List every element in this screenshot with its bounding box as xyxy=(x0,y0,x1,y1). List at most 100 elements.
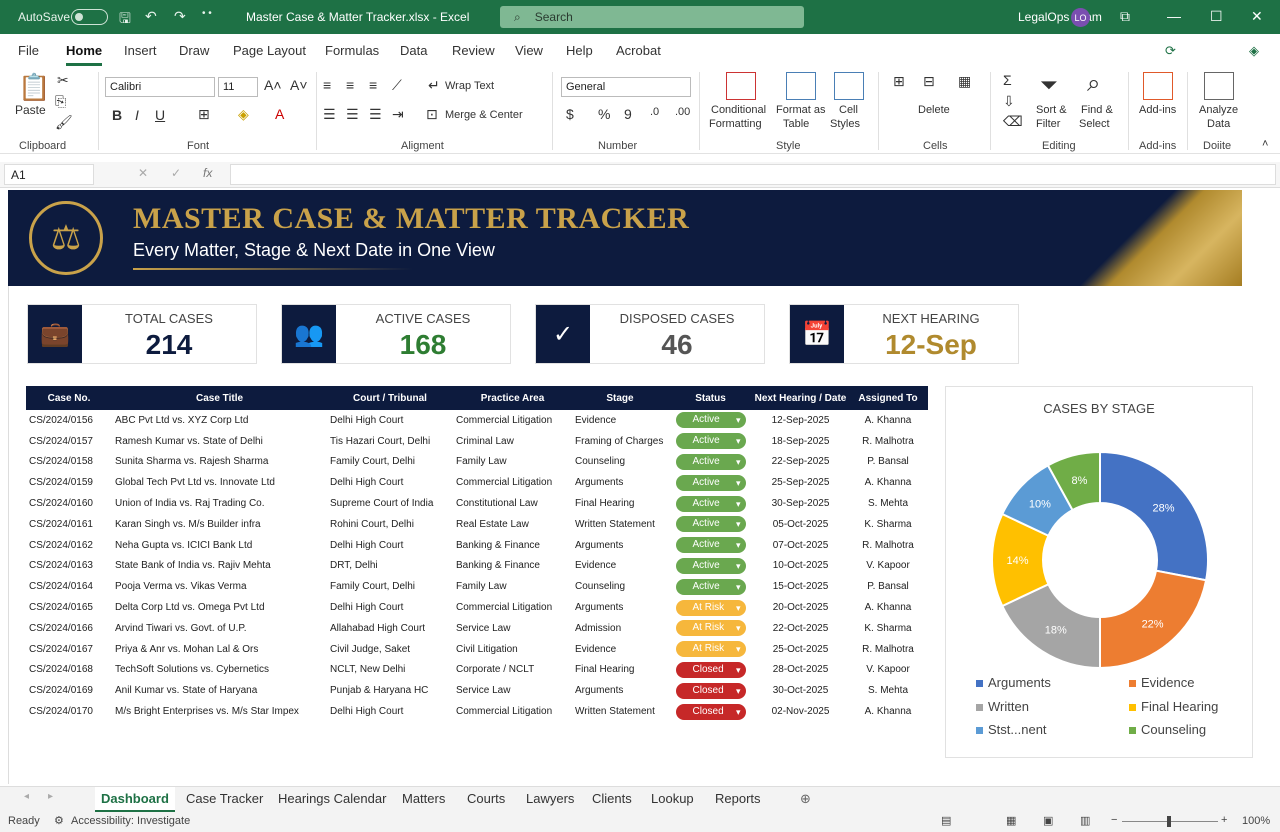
table-cell[interactable]: At Risk xyxy=(668,618,753,639)
table-cell[interactable]: Constitutional Law xyxy=(453,493,572,514)
table-row[interactable]: CS/2024/0165 Delta Corp Ltd vs. Omega Pvt… xyxy=(26,597,928,618)
table-cell[interactable]: Active xyxy=(668,514,753,535)
menu-help[interactable]: Help xyxy=(566,43,593,58)
table-cell[interactable]: 28-Oct-2025 xyxy=(753,660,848,681)
table-cell[interactable]: Closed xyxy=(668,660,753,681)
table-row[interactable]: CS/2024/0163 State Bank of India vs. Raji… xyxy=(26,556,928,577)
table-cell[interactable]: Counseling xyxy=(572,576,668,597)
normal-view-icon[interactable]: ▦ xyxy=(1006,814,1016,827)
increase-decimal-icon[interactable]: .0 xyxy=(650,106,659,118)
format-painter-icon[interactable]: 🖌 xyxy=(55,114,73,131)
font-size-select[interactable]: 11 xyxy=(218,77,258,97)
table-cell[interactable]: 12-Sep-2025 xyxy=(753,410,848,431)
table-cell[interactable]: Delta Corp Ltd vs. Omega Pvt Ltd xyxy=(112,597,327,618)
add-sheet-icon[interactable]: ⊕ xyxy=(800,791,811,807)
table-row[interactable]: CS/2024/0159 Global Tech Pvt Ltd vs. Inno… xyxy=(26,472,928,493)
table-cell[interactable]: Active xyxy=(668,472,753,493)
scroll-left-icon[interactable]: ◂ xyxy=(24,791,29,802)
table-cell[interactable]: Active xyxy=(668,431,753,452)
font-color-icon[interactable]: A xyxy=(275,106,284,122)
table-cell[interactable]: 25-Oct-2025 xyxy=(753,639,848,660)
table-cell[interactable]: Delhi High Court xyxy=(327,597,453,618)
underline-icon[interactable]: U xyxy=(155,107,165,123)
menu-review[interactable]: Review xyxy=(452,43,495,58)
table-cell[interactable]: Final Hearing xyxy=(572,660,668,681)
table-row[interactable]: CS/2024/0162 Neha Gupta vs. ICICI Bank Lt… xyxy=(26,535,928,556)
table-cell[interactable]: Evidence xyxy=(572,639,668,660)
zoom-level[interactable]: 100% xyxy=(1242,815,1270,827)
find-select-icon[interactable]: ⌕ xyxy=(1087,70,1100,98)
table-cell[interactable]: Anil Kumar vs. State of Haryana xyxy=(112,680,327,701)
sheet-tab-courts[interactable]: Courts xyxy=(467,791,505,806)
table-cell[interactable]: Family Law xyxy=(453,576,572,597)
table-cell[interactable]: CS/2024/0156 xyxy=(26,410,112,431)
table-row[interactable]: CS/2024/0160 Union of India vs. Raj Tradi… xyxy=(26,493,928,514)
table-cell[interactable]: Written Statement xyxy=(572,701,668,722)
cancel-icon[interactable]: ✕ xyxy=(138,166,148,180)
table-cell[interactable]: Banking & Finance xyxy=(453,556,572,577)
column-header[interactable]: Court / Tribunal xyxy=(327,386,453,410)
table-cell[interactable]: Rohini Court, Delhi xyxy=(327,514,453,535)
status-dropdown[interactable]: At Risk xyxy=(675,620,746,637)
table-cell[interactable]: M/s Bright Enterprises vs. M/s Star Impe… xyxy=(112,701,327,722)
sheet-tab-lookup[interactable]: Lookup xyxy=(651,791,694,806)
copy-icon[interactable]: ⎘ xyxy=(55,93,66,110)
status-dropdown[interactable]: At Risk xyxy=(675,641,746,658)
table-cell[interactable]: Evidence xyxy=(572,410,668,431)
table-cell[interactable]: Commercial Litigation xyxy=(453,472,572,493)
table-cell[interactable]: 22-Sep-2025 xyxy=(753,452,848,473)
comma-icon[interactable]: 9 xyxy=(624,106,632,122)
table-cell[interactable]: S. Mehta xyxy=(848,680,928,701)
autosum-icon[interactable]: Σ xyxy=(1003,72,1012,88)
menu-page-layout[interactable]: Page Layout xyxy=(233,43,306,58)
table-cell[interactable]: R. Malhotra xyxy=(848,639,928,660)
table-cell[interactable]: Union of India vs. Raj Trading Co. xyxy=(112,493,327,514)
table-cell[interactable]: 18-Sep-2025 xyxy=(753,431,848,452)
table-cell[interactable]: DRT, Delhi xyxy=(327,556,453,577)
table-cell[interactable]: S. Mehta xyxy=(848,493,928,514)
scroll-right-icon[interactable]: ▸ xyxy=(48,791,53,802)
table-cell[interactable]: Delhi High Court xyxy=(327,701,453,722)
table-cell[interactable]: 07-Oct-2025 xyxy=(753,535,848,556)
table-cell[interactable]: A. Khanna xyxy=(848,597,928,618)
sort-filter-label-2[interactable]: Filter xyxy=(1036,118,1060,130)
name-box[interactable]: A1 xyxy=(4,164,94,185)
format-as-table-icon[interactable] xyxy=(786,72,816,100)
table-cell[interactable]: Arvind Tiwari vs. Govt. of U.P. xyxy=(112,618,327,639)
sheet-tab-dashboard[interactable]: Dashboard xyxy=(95,787,175,812)
table-cell[interactable]: Active xyxy=(668,556,753,577)
table-cell[interactable]: Service Law xyxy=(453,680,572,701)
conditional-formatting-label-2[interactable]: Formatting xyxy=(709,118,762,130)
table-cell[interactable]: 05-Oct-2025 xyxy=(753,514,848,535)
merge-center-icon[interactable]: ⊡ xyxy=(426,106,438,123)
table-cell[interactable]: Delhi High Court xyxy=(327,535,453,556)
table-cell[interactable]: At Risk xyxy=(668,639,753,660)
status-dropdown[interactable]: Active xyxy=(675,516,746,533)
sort-filter-icon[interactable]: ⏷ xyxy=(1040,72,1058,98)
align-right-icon[interactable]: ☰ xyxy=(369,106,382,123)
insert-cells-icon[interactable]: ⊞ xyxy=(893,73,905,90)
table-cell[interactable]: Priya & Anr vs. Mohan Lal & Ors xyxy=(112,639,327,660)
sheet-tab-hearings-calendar[interactable]: Hearings Calendar xyxy=(278,791,386,806)
fill-icon[interactable]: ⇩ xyxy=(1003,93,1015,110)
table-cell[interactable]: CS/2024/0160 xyxy=(26,493,112,514)
share-icon[interactable]: ⟳ xyxy=(1165,43,1176,59)
column-header[interactable]: Case Title xyxy=(112,386,327,410)
column-header[interactable]: Assigned To xyxy=(848,386,928,410)
table-cell[interactable]: Arguments xyxy=(572,535,668,556)
redo-icon[interactable]: ↷ xyxy=(174,8,186,25)
conditional-formatting-icon[interactable] xyxy=(726,72,756,100)
delete-cells-icon[interactable]: ⊟ xyxy=(923,73,935,90)
paste-icon[interactable]: 📋 xyxy=(18,72,50,103)
table-cell[interactable]: Family Court, Delhi xyxy=(327,576,453,597)
table-cell[interactable]: Closed xyxy=(668,680,753,701)
table-cell[interactable]: Final Hearing xyxy=(572,493,668,514)
table-cell[interactable]: Active xyxy=(668,410,753,431)
ribbon-display-icon[interactable]: ⧉ xyxy=(1120,8,1130,25)
sheet-tab-lawyers[interactable]: Lawyers xyxy=(526,791,574,806)
table-cell[interactable]: R. Malhotra xyxy=(848,535,928,556)
undo-icon[interactable]: ↶ xyxy=(145,8,157,25)
insert-function-icon[interactable]: fx xyxy=(203,166,212,180)
format-as-table-label-2[interactable]: Table xyxy=(783,118,809,130)
bold-icon[interactable]: B xyxy=(112,107,122,123)
